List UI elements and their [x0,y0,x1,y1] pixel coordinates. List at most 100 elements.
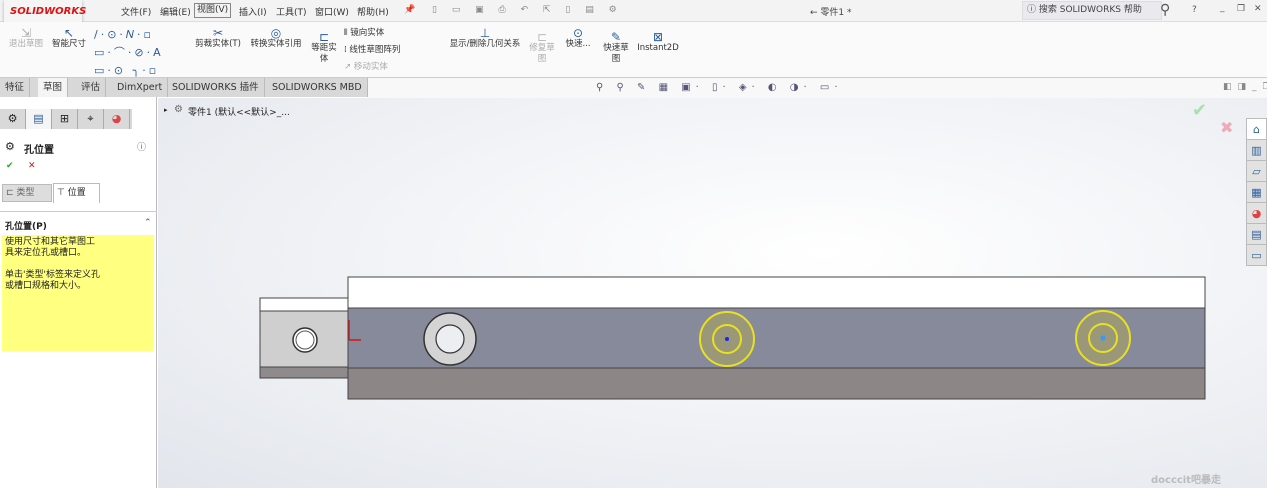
help-icon[interactable]: ? [1192,5,1197,15]
property-manager-tab-icon[interactable]: ▤ [26,109,52,129]
move-entities-button[interactable]: ↗ 移动实体 [344,62,388,73]
menu-window[interactable]: 窗口(W) [315,5,349,18]
tab-position[interactable]: ⊤ 位置 [53,183,100,203]
tab-addins[interactable]: SOLIDWORKS 插件 [167,78,265,97]
tab-sketch[interactable]: 草图 [38,78,69,97]
quick-snaps-label: 快速... [565,39,591,49]
mirror-label: 镜向实体 [350,28,385,38]
move-label: 移动实体 [353,62,388,72]
display-relations-button[interactable]: ⊥ 显示/删除几何关系 [444,26,526,50]
hole-wizard-icon: ⚙ [5,140,15,153]
property-manager-panel: ⚙ ▤ ⊞ ⌖ ◕ ⚙ 孔位置 ⓘ ✔ ✕ ⊏ 类型 ⊤ 位置 孔位置(P) ⌃… [0,97,157,488]
smart-dimension-label: 智能尺寸 [51,39,86,49]
instant2d-icon: ⊠ [652,30,664,44]
tab-type[interactable]: ⊏ 类型 [2,184,52,202]
graphics-area[interactable]: ▸ ⚙ 零件1 (默认<<默认>_... ✔ ✖ docccit吧暴走 [158,98,1267,488]
exit-sketch-label: 退出草图 [8,39,43,49]
convert-label: 转换实体引用 [250,39,302,49]
exit-sketch-button[interactable]: ⇲ 退出草图 [6,26,46,50]
forum-icon[interactable]: ▭ [1247,245,1266,266]
relations-label: 显示/删除几何关系 [449,39,521,49]
config-manager-tab-icon[interactable]: ⊞ [52,109,78,129]
menu-view[interactable]: 视图(V) [194,3,232,18]
trim-label: 剪裁实体(T) [195,39,241,49]
close-icon[interactable]: ✕ [1254,4,1262,14]
cancel-button[interactable]: ✕ [28,161,36,171]
mirror-entities-button[interactable]: ⫴ 镜向实体 [344,28,384,39]
home-icon[interactable]: ⌂ [1247,119,1266,140]
dimxpert-tab-icon[interactable]: ⌖ [78,109,104,129]
instant2d-button[interactable]: ⊠ Instant2D [636,30,680,54]
tab-type-label: 类型 [16,188,35,198]
rapid-sketch-icon: ✎ [610,30,622,44]
file-explorer-icon[interactable]: ▱ [1247,161,1266,182]
menu-tools[interactable]: 工具(T) [276,5,307,18]
menu-insert[interactable]: 插入(I) [239,5,267,18]
trim-icon: ✂ [212,26,224,40]
linear-pattern-button[interactable]: ⁞ 线性草图阵列 [344,45,400,56]
tab-mbd[interactable]: SOLIDWORKS MBD [267,78,368,97]
hole-position-point-2[interactable] [1075,310,1131,366]
main-bar [347,276,1206,400]
task-pane: ⌂ ▥ ▱ ▦ ◕ ▤ ▭ [1246,118,1267,266]
minimize-icon[interactable]: _ [1220,3,1225,13]
repair-icon: ⊏ [536,30,548,44]
exit-sketch-icon: ⇲ [20,26,32,40]
design-library-icon[interactable]: ▥ [1247,140,1266,161]
command-manager: ⇲ 退出草图 ↖ 智能尺寸 /·⊙·𝑁·▫ ▭·⌒·⊘·A ▭·⊙ ╮·▫ ✂ 剪裁实体(… [0,22,1267,78]
viewport-controls[interactable]: ◧◨_❐✕ [1223,82,1267,92]
title-bar: SOLIDWORKS 文件(F) 编辑(E) 视图(V) 插入(I) 工具(T)… [0,0,1267,24]
smart-dimension-icon: ↖ [63,26,75,40]
rapid-sketch-button[interactable]: ✎ 快速草 图 [600,30,632,65]
hole-position-point-1[interactable] [699,311,755,367]
repair-label: 修复草 图 [529,43,555,64]
view-tools-icons[interactable]: ⚲ ⚲ ✎ ▦ ▣· ▯· ◈· ◐ ◑· ▭· [596,82,843,93]
through-hole [292,327,318,353]
heads-up-view-toolbar: ⚲ ⚲ ✎ ▦ ▣· ▯· ◈· ◐ ◑· ▭· ◧◨_❐✕ [368,78,1267,98]
manager-tabs: ⚙ ▤ ⊞ ⌖ ◕ [0,109,132,129]
menu-edit[interactable]: 编辑(E) [160,5,191,18]
search-placeholder: 搜索 SOLIDWORKS 帮助 [1038,5,1142,15]
relations-icon: ⊥ [479,26,491,40]
offset-icon: ⊏ [318,30,330,44]
part-model[interactable] [158,98,1267,488]
help-note: 使用尺寸和其它草图工 具来定位孔或槽口。 单击'类型'标签来定义孔 或槽口规格和… [2,235,154,351]
chevron-up-icon[interactable]: ⌃ [144,218,152,228]
help-search-input[interactable]: ⓘ 搜索 SOLIDWORKS 帮助 [1022,1,1162,20]
help-icon[interactable]: ⓘ [137,140,146,153]
watermark: docccit吧暴走 [1151,475,1222,486]
offset-label: 等距实 体 [311,43,337,64]
trim-entities-button[interactable]: ✂ 剪裁实体(T) [192,26,244,50]
restore-icon[interactable]: ❐ [1237,4,1245,14]
feature-tree-tab-icon[interactable]: ⚙ [0,109,26,129]
repair-sketch-button[interactable]: ⊏ 修复草 图 [527,30,557,65]
linear-pattern-label: 线性草图阵列 [349,45,401,55]
menu-help[interactable]: 帮助(H) [357,5,389,18]
search-icon[interactable]: ⚲ [1160,2,1170,18]
small-block [259,297,350,379]
appearances-icon[interactable]: ◕ [1247,203,1266,224]
tab-dimxpert[interactable]: DimXpert [112,78,169,97]
tab-features[interactable]: 特征 [0,78,31,97]
menu-file[interactable]: 文件(F) [121,5,151,18]
view-palette-icon[interactable]: ▦ [1247,182,1266,203]
instant2d-label: Instant2D [637,43,679,53]
section-header[interactable]: 孔位置(P) [5,219,47,232]
command-tabs: 特征 草图 评估 DimXpert SOLIDWORKS 插件 SOLIDWOR… [0,78,368,97]
pin-icon[interactable]: 📌 [404,5,415,15]
display-manager-tab-icon[interactable]: ◕ [104,109,130,129]
custom-properties-icon[interactable]: ▤ [1247,224,1266,245]
quick-access-toolbar[interactable]: ▯ ▭ ▣ ⎙ ↶ ⇱ ▯ ▤ ⚙ [432,5,623,15]
ok-button[interactable]: ✔ [6,161,14,171]
rapid-sketch-label: 快速草 图 [603,43,629,64]
convert-entities-button[interactable]: ◎ 转换实体引用 [246,27,306,50]
offset-entities-button[interactable]: ⊏ 等距实 体 [308,30,340,65]
sketch-tools-grid[interactable]: /·⊙·𝑁·▫ ▭·⌒·⊘·A ▭·⊙ ╮·▫ [94,26,184,80]
smart-dimension-button[interactable]: ↖ 智能尺寸 [49,26,89,50]
tab-evaluate[interactable]: 评估 [76,78,107,97]
solidworks-logo[interactable]: SOLIDWORKS [4,0,86,24]
document-title: ← 零件1 * [810,8,852,18]
quick-snaps-button[interactable]: ⊙ 快速... [563,26,593,50]
tab-position-label: 位置 [67,188,86,198]
quick-snaps-icon: ⊙ [572,26,584,40]
